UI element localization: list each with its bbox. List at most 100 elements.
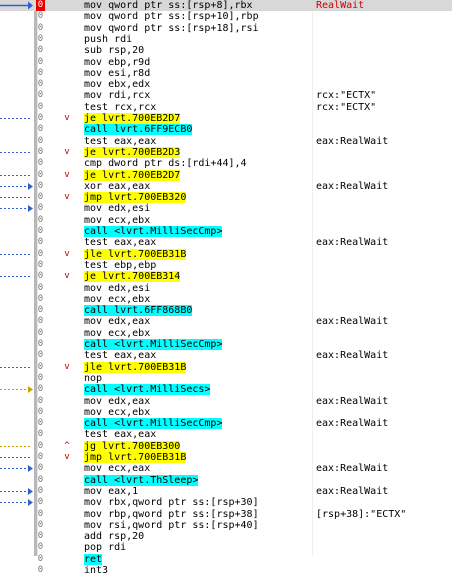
breakpoint-marker[interactable]: 0 bbox=[36, 147, 45, 158]
instruction-row[interactable]: 0 xor eax,eax eax:RealWait bbox=[0, 181, 452, 192]
breakpoint-marker[interactable]: 0 bbox=[36, 384, 45, 395]
instruction-row[interactable]: 0 cmp dword ptr ds:[rdi+44],4 bbox=[0, 158, 452, 169]
instruction-row[interactable]: 0 call <lvrt.ThSleep> bbox=[0, 474, 452, 486]
breakpoint-marker[interactable]: 0 bbox=[36, 373, 45, 384]
breakpoint-marker[interactable]: 0 bbox=[36, 283, 45, 294]
instruction-row[interactable]: 0 mov rbx,qword ptr ss:[rsp+30] bbox=[0, 497, 452, 508]
breakpoint-marker[interactable]: 0 bbox=[36, 497, 45, 508]
instruction-row[interactable]: 0 test ebp,ebp bbox=[0, 260, 452, 271]
instruction-row[interactable]: 0 v jle lvrt.700EB31B bbox=[0, 361, 452, 373]
breakpoint-marker[interactable]: 0 bbox=[36, 260, 45, 271]
breakpoint-marker[interactable]: 0 bbox=[36, 475, 45, 486]
instruction-row[interactable]: 0 int3 bbox=[0, 565, 452, 576]
breakpoint-marker[interactable]: 0 bbox=[36, 418, 45, 429]
breakpoint-marker[interactable]: 0 bbox=[36, 565, 45, 576]
instruction-row[interactable]: 0 mov edx,esi bbox=[0, 283, 452, 294]
breakpoint-marker[interactable]: 0 bbox=[36, 407, 45, 418]
breakpoint-marker[interactable]: 0 bbox=[36, 0, 45, 11]
instruction-row[interactable]: 0 v jmp lvrt.700EB320 bbox=[0, 192, 452, 204]
instruction-row[interactable]: 0 mov esi,r8d bbox=[0, 68, 452, 79]
breakpoint-marker[interactable]: 0 bbox=[36, 68, 45, 79]
instruction-row[interactable]: 0 call <lvrt.MilliSecCmp> eax:RealWait bbox=[0, 418, 452, 430]
breakpoint-marker[interactable]: 0 bbox=[36, 226, 45, 237]
breakpoint-marker[interactable]: 0 bbox=[36, 294, 45, 305]
breakpoint-marker[interactable]: 0 bbox=[36, 316, 45, 327]
instruction-row[interactable]: 0 mov ebp,r9d bbox=[0, 57, 452, 68]
instruction-row[interactable]: 0 call lvrt.6FF868B0 bbox=[0, 305, 452, 317]
instruction-row[interactable]: 0 push rdi bbox=[0, 34, 452, 45]
instruction-row[interactable]: 0 mov ecx,ebx bbox=[0, 294, 452, 305]
instruction-row[interactable]: 0 mov edx,eax eax:RealWait bbox=[0, 396, 452, 407]
instruction-row[interactable]: 0 sub rsp,20 bbox=[0, 45, 452, 56]
breakpoint-marker[interactable]: 0 bbox=[36, 429, 45, 440]
breakpoint-marker[interactable]: 0 bbox=[36, 102, 45, 113]
instruction-row[interactable]: 0 mov edx,esi bbox=[0, 203, 452, 214]
breakpoint-marker[interactable]: 0 bbox=[36, 520, 45, 531]
breakpoint-marker[interactable]: 0 bbox=[36, 339, 45, 350]
instruction-row[interactable]: 0 call <lvrt.MilliSecs> bbox=[0, 384, 452, 396]
instruction-row[interactable]: 0 mov edx,eax eax:RealWait bbox=[0, 316, 452, 327]
instruction-row[interactable]: 0 v jmp lvrt.700EB31B bbox=[0, 452, 452, 463]
instruction-row[interactable]: 0 mov ecx,ebx bbox=[0, 328, 452, 339]
instruction-row[interactable]: 0 test rcx,rcx rcx:"ECTX" bbox=[0, 102, 452, 113]
breakpoint-marker[interactable]: 0 bbox=[36, 136, 45, 147]
instruction-row[interactable]: 0 mov eax,1 eax:RealWait bbox=[0, 486, 452, 497]
instruction-row[interactable]: 0 call lvrt.6FF9ECB0 bbox=[0, 124, 452, 136]
breakpoint-marker[interactable]: 0 bbox=[36, 90, 45, 101]
breakpoint-marker[interactable]: 0 bbox=[36, 158, 45, 169]
breakpoint-marker[interactable]: 0 bbox=[36, 328, 45, 339]
breakpoint-marker[interactable]: 0 bbox=[36, 23, 45, 34]
breakpoint-marker[interactable]: 0 bbox=[36, 113, 45, 124]
breakpoint-marker[interactable]: 0 bbox=[36, 362, 45, 373]
breakpoint-marker[interactable]: 0 bbox=[36, 170, 45, 181]
breakpoint-marker[interactable]: 0 bbox=[36, 305, 45, 316]
breakpoint-marker[interactable]: 0 bbox=[36, 124, 45, 135]
instruction-row[interactable]: 0 ^ jg lvrt.700EB300 bbox=[0, 440, 452, 452]
instruction-row[interactable]: 0 v je lvrt.700EB2D7 bbox=[0, 169, 452, 181]
instruction-row[interactable]: 0 nop bbox=[0, 373, 452, 384]
breakpoint-marker[interactable]: 0 bbox=[36, 452, 45, 463]
instruction-row[interactable]: 0 test eax,eax eax:RealWait bbox=[0, 136, 452, 147]
breakpoint-marker[interactable]: 0 bbox=[36, 350, 45, 361]
breakpoint-marker[interactable]: 0 bbox=[36, 396, 45, 407]
breakpoint-marker[interactable]: 0 bbox=[36, 203, 45, 214]
instruction-row[interactable]: 0 mov qword ptr ss:[rsp+18],rsi bbox=[0, 23, 452, 34]
instruction-row[interactable]: 0 mov rsi,qword ptr ss:[rsp+40] bbox=[0, 520, 452, 531]
instruction-row[interactable]: 0 v je lvrt.700EB314 bbox=[0, 271, 452, 283]
instruction-row[interactable]: 0 add rsp,20 bbox=[0, 531, 452, 542]
breakpoint-marker[interactable]: 0 bbox=[36, 34, 45, 45]
instruction-row[interactable]: 0 mov qword ptr ss:[rsp+8],rbx RealWait bbox=[0, 0, 452, 12]
instruction-row[interactable]: 0 pop rdi bbox=[0, 542, 452, 553]
instruction-row[interactable]: 0 v je lvrt.700EB2D3 bbox=[0, 146, 452, 158]
breakpoint-marker[interactable]: 0 bbox=[36, 79, 45, 90]
instruction-row[interactable]: 0 mov ecx,ebx bbox=[0, 215, 452, 226]
instruction-row[interactable]: 0 test eax,eax bbox=[0, 429, 452, 440]
breakpoint-marker[interactable]: 0 bbox=[36, 11, 45, 22]
breakpoint-marker[interactable]: 0 bbox=[36, 509, 45, 520]
breakpoint-marker[interactable]: 0 bbox=[36, 45, 45, 56]
breakpoint-marker[interactable]: 0 bbox=[36, 192, 45, 203]
breakpoint-marker[interactable]: 0 bbox=[36, 486, 45, 497]
instruction-row[interactable]: 0 v je lvrt.700EB2D7 bbox=[0, 113, 452, 124]
instruction-row[interactable]: 0 ret bbox=[0, 553, 452, 565]
instruction-row[interactable]: 0 test eax,eax eax:RealWait bbox=[0, 237, 452, 248]
breakpoint-marker[interactable]: 0 bbox=[36, 542, 45, 553]
instruction-row[interactable]: 0 test eax,eax eax:RealWait bbox=[0, 350, 452, 361]
instruction-row[interactable]: 0 v jle lvrt.700EB31B bbox=[0, 248, 452, 260]
instruction-row[interactable]: 0 mov ecx,ebx bbox=[0, 407, 452, 418]
breakpoint-marker[interactable]: 0 bbox=[36, 249, 45, 260]
instruction-row[interactable]: 0 mov rdi,rcx rcx:"ECTX" bbox=[0, 90, 452, 101]
disassembly-view[interactable]: 0 mov qword ptr ss:[rsp+8],rbx RealWait 0 mo… bbox=[0, 0, 452, 576]
breakpoint-marker[interactable]: 0 bbox=[36, 215, 45, 226]
breakpoint-marker[interactable]: 0 bbox=[36, 554, 45, 565]
instruction-row[interactable]: 0 mov rbp,qword ptr ss:[rsp+38] [rsp+38]:"… bbox=[0, 509, 452, 520]
instruction-row[interactable]: 0 call <lvrt.MilliSecCmp> bbox=[0, 339, 452, 350]
breakpoint-marker[interactable]: 0 bbox=[36, 181, 45, 192]
instruction-row[interactable]: 0 call <lvrt.MilliSecCmp> bbox=[0, 226, 452, 237]
breakpoint-marker[interactable]: 0 bbox=[36, 531, 45, 542]
breakpoint-marker[interactable]: 0 bbox=[36, 57, 45, 68]
breakpoint-marker[interactable]: 0 bbox=[36, 441, 45, 452]
breakpoint-marker[interactable]: 0 bbox=[36, 237, 45, 248]
instruction-row[interactable]: 0 mov qword ptr ss:[rsp+10],rbp bbox=[0, 11, 452, 22]
breakpoint-marker[interactable]: 0 bbox=[36, 271, 45, 282]
